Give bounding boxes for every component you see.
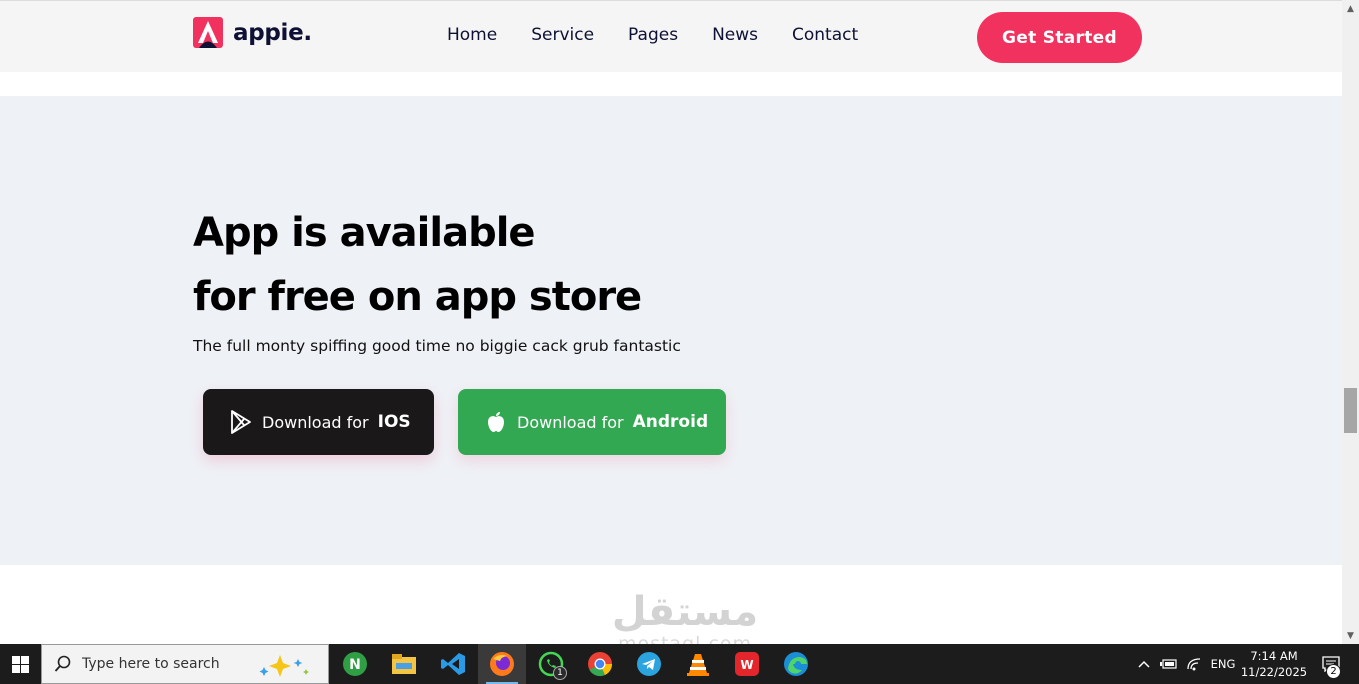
download-android-platform: Android <box>632 412 709 432</box>
scrollbar-thumb[interactable] <box>1344 388 1357 433</box>
windows-logo-icon <box>11 655 29 673</box>
hero-title-line1: App is available <box>193 210 536 256</box>
download-ios-button[interactable]: Download for IOS <box>203 389 434 455</box>
copilot-sparkle-icon <box>259 655 309 677</box>
watermark-arabic: مستقل <box>611 589 759 635</box>
download-ios-prefix: Download for <box>262 412 369 432</box>
apple-icon <box>484 410 508 434</box>
clock-date: 11/22/2025 <box>1240 665 1308 679</box>
start-button[interactable] <box>0 644 40 684</box>
wifi-icon[interactable] <box>1184 644 1206 684</box>
site-header: appie. Home Service Pages News Contact G… <box>0 0 1342 72</box>
notification-count-badge: 2 <box>1326 664 1341 679</box>
battery-icon[interactable] <box>1158 644 1180 684</box>
svg-text:W: W <box>740 658 753 672</box>
whatsapp-icon[interactable]: 1 <box>527 644 575 684</box>
windows-taskbar: Type here to search N 1 W ENG 7:14 AM 11… <box>0 644 1359 684</box>
play-store-icon <box>229 410 253 434</box>
wps-office-icon[interactable]: W <box>723 644 771 684</box>
vscode-icon[interactable] <box>429 644 477 684</box>
vlc-icon[interactable] <box>674 644 722 684</box>
taskbar-search-box[interactable]: Type here to search <box>41 644 329 684</box>
watermark-latin: mostaql.com <box>617 633 753 644</box>
file-explorer-icon[interactable] <box>380 644 428 684</box>
brand-logo[interactable]: appie. <box>193 17 312 48</box>
node-icon[interactable]: N <box>331 644 379 684</box>
hero-title-line2: for free on app store <box>193 274 642 320</box>
hero-subtitle: The full monty spiffing good time no big… <box>193 337 681 355</box>
download-ios-platform: IOS <box>377 412 411 432</box>
webpage: appie. Home Service Pages News Contact G… <box>0 0 1342 644</box>
nav-home[interactable]: Home <box>447 25 497 45</box>
main-nav: Home Service Pages News Contact <box>447 25 892 45</box>
scroll-up-arrow-icon[interactable]: ▲ <box>1342 0 1359 17</box>
brand-name: appie. <box>233 19 312 46</box>
svg-text:N: N <box>349 657 361 673</box>
search-placeholder: Type here to search <box>82 656 220 672</box>
download-android-button[interactable]: Download for Android <box>458 389 726 455</box>
hero-title: App is available for free on app store <box>193 201 642 329</box>
mostaql-watermark: مستقل mostaql.com <box>600 590 770 644</box>
scroll-down-arrow-icon[interactable]: ▼ <box>1342 627 1359 644</box>
download-app-section: App is available for free on app store T… <box>0 96 1342 565</box>
taskbar-clock[interactable]: 7:14 AM 11/22/2025 <box>1240 648 1308 680</box>
nav-pages[interactable]: Pages <box>628 25 678 45</box>
telegram-icon[interactable] <box>625 644 673 684</box>
nav-contact[interactable]: Contact <box>792 25 858 45</box>
nav-news[interactable]: News <box>712 25 758 45</box>
chrome-icon[interactable] <box>576 644 624 684</box>
language-indicator[interactable]: ENG <box>1208 644 1238 684</box>
get-started-button[interactable]: Get Started <box>977 12 1142 63</box>
whatsapp-badge: 1 <box>553 666 567 680</box>
search-icon <box>54 655 71 672</box>
clock-time: 7:14 AM <box>1250 649 1298 663</box>
download-android-prefix: Download for <box>517 412 624 432</box>
show-hidden-icons-chevron-icon[interactable] <box>1134 644 1154 684</box>
vertical-scrollbar[interactable]: ▲ ▼ <box>1342 0 1359 644</box>
nav-service[interactable]: Service <box>531 25 594 45</box>
edge-icon[interactable] <box>772 644 820 684</box>
firefox-icon[interactable] <box>478 644 526 684</box>
appie-logo-icon <box>193 17 223 48</box>
